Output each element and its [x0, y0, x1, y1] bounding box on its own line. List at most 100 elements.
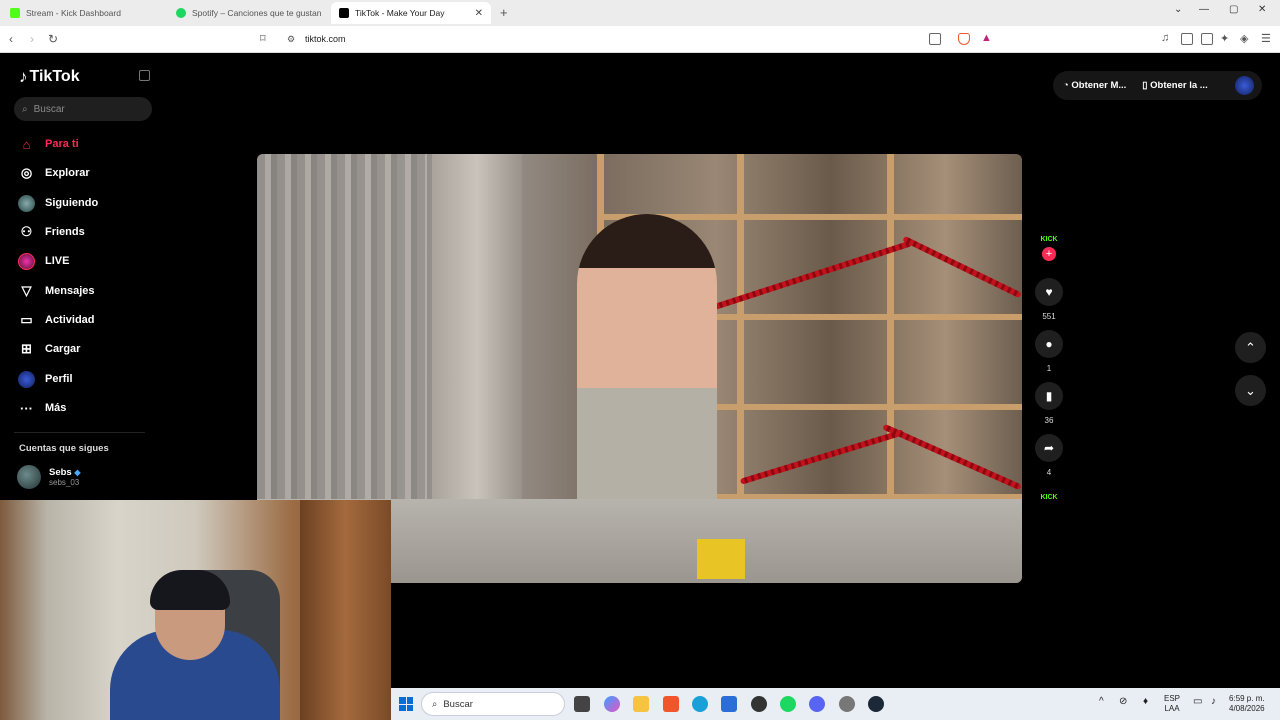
taskbar-search[interactable]: ⌕ Buscar — [421, 692, 565, 716]
nav-label: Cargar — [45, 343, 81, 355]
previous-video-chevron-up-icon[interactable]: ⌃ — [1235, 332, 1266, 363]
like-action: ♥ 551 — [1035, 278, 1063, 321]
clock-date: 4/08/2026 — [1229, 704, 1265, 713]
maximize-icon[interactable]: ▢ — [1229, 4, 1238, 15]
like-heart-icon[interactable]: ♥ — [1035, 278, 1063, 306]
nav-friends[interactable]: ⚇ Friends — [18, 222, 85, 242]
nav-explorar[interactable]: ◎ Explorar — [18, 163, 90, 183]
brand-name: TikTok — [29, 68, 80, 85]
music-disc-kick[interactable]: KICK — [1040, 494, 1057, 501]
close-tab-icon[interactable]: ✕ — [475, 8, 483, 19]
close-window-icon[interactable]: ✕ — [1258, 4, 1266, 15]
home-icon: ⌂ — [22, 136, 31, 152]
nav-live[interactable]: LIVE — [18, 251, 69, 271]
red-garland — [739, 429, 905, 485]
share-action: ➦ 4 — [1035, 434, 1063, 477]
task-view-icon[interactable] — [574, 696, 590, 712]
red-garland — [902, 235, 1022, 299]
new-tab-icon[interactable]: + — [500, 5, 508, 20]
red-garland — [882, 423, 1022, 491]
following-account-item[interactable]: Sebs ◆ sebs_03 — [17, 465, 81, 489]
back-icon[interactable]: ‹ — [9, 32, 13, 46]
nav-label: Friends — [45, 226, 85, 238]
collapse-sidebar-icon[interactable] — [139, 70, 150, 81]
brave-browser-icon[interactable] — [663, 696, 679, 712]
kick-favicon-icon — [10, 8, 20, 18]
site-info-icon[interactable]: ⚙ — [287, 34, 295, 45]
tab-tiktok[interactable]: TikTok - Make Your Day ✕ — [331, 2, 491, 24]
nav-siguiendo[interactable]: Siguiendo — [18, 193, 98, 213]
spotify-icon[interactable] — [780, 696, 796, 712]
vpn-icon[interactable]: ◈ — [1240, 32, 1248, 45]
comment-bubble-icon[interactable]: ● — [1035, 330, 1063, 358]
share-arrow-icon[interactable]: ➦ — [1035, 434, 1063, 462]
nav-mensajes[interactable]: ▽ Mensajes — [18, 281, 95, 301]
next-video-chevron-down-icon[interactable]: ⌄ — [1235, 375, 1266, 406]
upload-plus-icon: ⊞ — [21, 341, 32, 356]
settings-gear-icon[interactable] — [839, 696, 855, 712]
tiktok-logo[interactable]: ♪ TikTok — [19, 67, 80, 87]
nav-actividad[interactable]: ▭ Actividad — [18, 310, 95, 330]
tab-kick-dashboard[interactable]: Stream - Kick Dashboard — [2, 2, 167, 24]
leo-ai-icon[interactable]: ✦ — [1220, 32, 1229, 45]
get-app-label: Obtener la ... — [1150, 80, 1208, 91]
reload-icon[interactable]: ↻ — [48, 32, 58, 46]
search-input[interactable] — [33, 103, 134, 115]
minimize-icon[interactable]: — — [1199, 4, 1209, 15]
url-field[interactable]: tiktok.com — [305, 34, 346, 44]
like-count: 551 — [1042, 312, 1056, 321]
following-avatar-icon — [18, 194, 35, 212]
brave-rewards-icon[interactable]: ▲ — [981, 32, 992, 44]
clock[interactable]: 6:59 p. m. 4/08/2026 — [1229, 694, 1265, 714]
share-count: 4 — [1046, 468, 1052, 477]
video-subject — [577, 214, 717, 514]
volume-icon[interactable]: ♪ — [1211, 697, 1216, 707]
taskbar-search-label: Buscar — [443, 698, 473, 710]
tab-list-chevron-icon[interactable]: ⌄ — [1174, 4, 1182, 15]
bookmark-save-icon[interactable]: ▮ — [1035, 382, 1063, 410]
search-bar[interactable]: ⌕ — [14, 97, 152, 121]
translate-icon[interactable] — [929, 33, 941, 45]
live-avatar-icon — [18, 252, 35, 270]
nav-mas[interactable]: ··· Más — [18, 398, 66, 418]
tab-spotify[interactable]: Spotify – Canciones que te gustan — [168, 2, 330, 24]
follow-plus-button[interactable]: + — [1042, 247, 1056, 261]
store-icon[interactable] — [721, 696, 737, 712]
nav-label: Actividad — [45, 314, 95, 326]
discord-icon[interactable] — [809, 696, 825, 712]
nav-cargar[interactable]: ⊞ Cargar — [18, 339, 80, 359]
network-off-icon[interactable]: ⊘ — [1119, 697, 1127, 707]
file-explorer-icon[interactable] — [633, 696, 649, 712]
tiktok-note-icon: ♪ — [19, 67, 28, 86]
edge-icon[interactable] — [692, 696, 708, 712]
concrete-pillar — [432, 154, 522, 499]
obs-icon[interactable] — [751, 696, 767, 712]
bookmark-icon[interactable]: ⌑ — [260, 32, 266, 45]
get-coins-label: Obtener M... — [1071, 80, 1127, 91]
sidebar-toggle-icon[interactable] — [1181, 33, 1193, 45]
windows-start-icon[interactable] — [399, 697, 413, 711]
media-icon[interactable]: ♫ — [1161, 32, 1169, 44]
get-coins-button[interactable]: ◔ Obtener M... — [1063, 80, 1126, 91]
tray-chevron-up-icon[interactable]: ^ — [1099, 697, 1104, 707]
user-avatar[interactable] — [1235, 76, 1254, 95]
clock-time: 6:59 p. m. — [1229, 694, 1265, 703]
language-indicator[interactable]: ESP LAA — [1164, 694, 1180, 714]
verified-diamond-icon: ◆ — [74, 468, 81, 477]
menu-icon[interactable]: ☰ — [1261, 32, 1271, 45]
brave-shield-icon[interactable] — [958, 33, 970, 45]
wooden-door — [300, 500, 391, 720]
spotify-favicon-icon — [176, 8, 186, 18]
wallet-icon[interactable] — [1201, 33, 1213, 45]
nav-perfil[interactable]: Perfil — [18, 369, 73, 389]
display-icon[interactable]: ▭ — [1193, 697, 1202, 707]
nav-para-ti[interactable]: ⌂ Para ti — [18, 134, 79, 154]
kick-avatar[interactable]: KICK — [1040, 236, 1057, 243]
microphone-icon[interactable]: ♦ — [1143, 697, 1148, 707]
forward-icon[interactable]: › — [30, 32, 34, 46]
steam-icon[interactable] — [868, 696, 884, 712]
get-app-button[interactable]: ▯ Obtener la ... — [1142, 80, 1207, 91]
nav-label: Siguiendo — [45, 197, 99, 209]
shelf-post — [887, 154, 894, 499]
copilot-icon[interactable] — [604, 696, 620, 712]
